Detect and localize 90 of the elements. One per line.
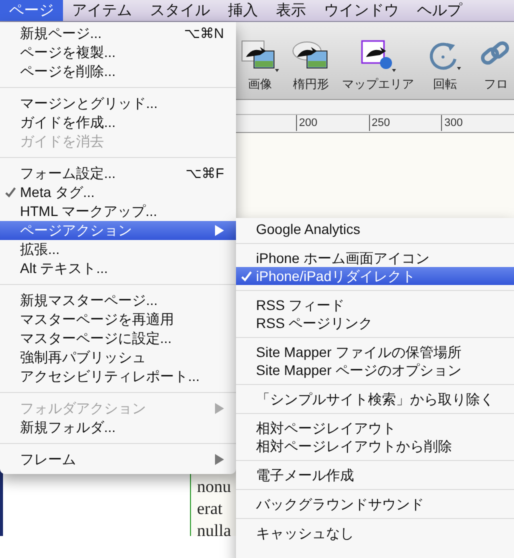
menu-item-label: 強制再パブリッシュ — [20, 348, 146, 367]
menu-item[interactable]: フレーム — [0, 450, 236, 469]
menu-item-label: ページアクション — [20, 221, 132, 240]
menu-item-label: マスターページに設定... — [20, 329, 172, 348]
menu-item-label: Site Mapper ページのオプション — [256, 360, 462, 380]
menu-item[interactable]: HTML マークアップ... — [0, 202, 236, 221]
menu-item[interactable]: マスターページを再適用 — [0, 310, 236, 329]
menu-item[interactable]: iPhone ホーム画面アイコン — [236, 249, 514, 267]
menu-item[interactable]: キャッシュなし — [236, 524, 514, 542]
shortcut-label: ⌥⌘N — [184, 24, 224, 43]
menu-item-label: HTML マークアップ... — [20, 202, 158, 221]
menu-item-label: キャッシュなし — [256, 524, 354, 542]
body-text: nulla — [197, 520, 231, 542]
menu-item-label: ガイドを作成... — [20, 113, 116, 132]
menu-item-label: 電子メール作成 — [256, 466, 354, 484]
menu-item[interactable]: ガイドを作成... — [0, 113, 236, 132]
menu-item[interactable]: RSS ページリンク — [236, 314, 514, 332]
menu-item[interactable]: Site Mapper ファイルの保管場所 — [236, 343, 514, 361]
menu-item[interactable]: 新規マスターページ... — [0, 291, 236, 310]
ruler-number: 200 — [296, 115, 369, 131]
menu-item[interactable]: iPhone/iPadリダイレクト — [236, 267, 514, 285]
menu-item-label: 新規フォルダ... — [20, 418, 116, 437]
menu-item[interactable]: 電子メール作成 — [236, 466, 514, 484]
menu-bar-item[interactable]: ウインドウ — [315, 0, 408, 21]
menu-item-label: マスターページを再適用 — [20, 310, 174, 329]
menu-item-label: フォルダアクション — [20, 399, 146, 418]
menu-item[interactable]: RSS フィード — [236, 296, 514, 314]
menu-bar-item[interactable]: ヘルプ — [408, 0, 471, 21]
menu-item-label: アクセシビリティレポート... — [20, 367, 200, 386]
menu-item-label: RSS フィード — [256, 296, 345, 314]
menu-item[interactable]: ページを複製... — [0, 43, 236, 62]
menu-item[interactable]: マージンとグリッド... — [0, 94, 236, 113]
menu-item-label: ガイドを消去 — [20, 132, 104, 151]
menu-item[interactable]: Google Analytics — [236, 220, 514, 238]
submenu-arrow-icon — [215, 403, 224, 414]
menu-item-label: 相対ページレイアウトから削除 — [256, 436, 452, 456]
menu-bar-item[interactable]: 表示 — [267, 0, 315, 21]
checkmark-icon — [4, 187, 16, 198]
toolbar-button[interactable]: フロ — [474, 39, 514, 93]
menu-item[interactable]: Site Mapper ページのオプション — [236, 361, 514, 379]
menu-item-label: iPhone/iPadリダイレクト — [256, 266, 416, 286]
body-text: nonu — [197, 476, 231, 498]
submenu-arrow-icon — [215, 225, 224, 236]
menu-item-label: バックグラウンドサウンド — [256, 494, 424, 514]
menu-item-label: RSS ページリンク — [256, 314, 373, 332]
menu-item[interactable]: 相対ページレイアウト — [236, 419, 514, 437]
menu-item-label: マージンとグリッド... — [20, 94, 158, 113]
menu-item[interactable]: 新規フォルダ... — [0, 418, 236, 437]
menu-item-label: 「シンプルサイト検索」から取り除く — [256, 390, 494, 408]
checkmark-icon — [240, 270, 252, 282]
ruler-number: 300 — [441, 115, 514, 131]
menu-item[interactable]: フォーム設定... ⌥⌘F — [0, 164, 236, 183]
menu-bar-item[interactable]: アイテム — [63, 0, 141, 21]
toolbar-button[interactable]: 画像 — [238, 39, 282, 93]
toolbar-button[interactable]: マップエリア — [340, 39, 416, 93]
ruler-number: 250 — [368, 115, 442, 131]
menu-bar-item[interactable]: スタイル — [141, 0, 219, 21]
menu-item[interactable]: Alt テキスト... — [0, 259, 236, 278]
shortcut-label: ⌥⌘F — [185, 164, 224, 183]
menu-item[interactable]: 拡張... — [0, 240, 236, 259]
menu-item[interactable]: アクセシビリティレポート... — [0, 367, 236, 386]
submenu-arrow-icon — [215, 454, 224, 465]
menu-item-label: iPhone ホーム画面アイコン — [256, 248, 430, 268]
menu-item[interactable]: マスターページに設定... — [0, 329, 236, 348]
menu-item-label: Google Analytics — [256, 220, 360, 239]
menu-item-label: 新規マスターページ... — [20, 291, 158, 310]
body-text: erat — [197, 498, 222, 520]
menu-bar-item[interactable]: ページ — [0, 0, 63, 21]
toolbar-button[interactable]: 楕円形 — [289, 39, 333, 93]
menu-item-label: 拡張... — [20, 240, 60, 259]
menu-item-label: Site Mapper ファイルの保管場所 — [256, 342, 462, 362]
menu-item[interactable]: 「シンプルサイト検索」から取り除く — [236, 390, 514, 408]
menu-item-label: 新規ページ... — [20, 24, 102, 43]
menu-item[interactable]: ページを削除... — [0, 62, 236, 81]
menu-item-label: フレーム — [20, 450, 76, 469]
menu-item-label: ページを複製... — [20, 43, 116, 62]
menu-bar-item[interactable]: 挿入 — [219, 0, 267, 21]
menu-item[interactable]: 新規ページ... ⌥⌘N — [0, 24, 236, 43]
menu-item-label: Alt テキスト... — [20, 259, 108, 278]
menu-item-label: Meta タグ... — [20, 183, 95, 202]
menu-item-label: ページを削除... — [20, 62, 116, 81]
menu-item[interactable]: ページアクション — [0, 221, 236, 240]
toolbar-button[interactable]: 回転 — [423, 39, 467, 93]
menu-item[interactable]: 相対ページレイアウトから削除 — [236, 437, 514, 455]
menu-item[interactable]: バックグラウンドサウンド — [236, 495, 514, 513]
menu-item[interactable]: 強制再パブリッシュ — [0, 348, 236, 367]
menu-item[interactable]: Meta タグ... — [0, 183, 236, 202]
image-icon — [240, 39, 280, 73]
menu-item-label: 相対ページレイアウト — [256, 418, 396, 438]
menu-item-label: フォーム設定... — [20, 164, 116, 183]
